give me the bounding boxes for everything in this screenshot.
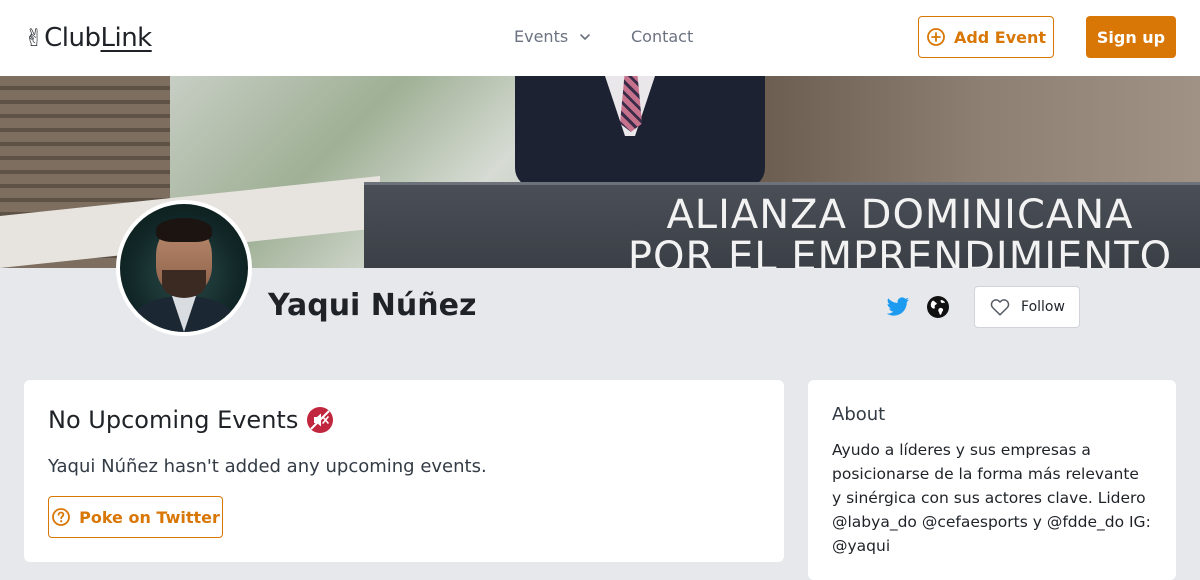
avatar-photo	[120, 204, 248, 332]
question-circle-icon	[52, 508, 71, 526]
about-title: About	[832, 404, 886, 425]
signup-button[interactable]: Sign up	[1086, 16, 1176, 58]
chevron-down-icon	[580, 33, 590, 40]
banner-podium-text: ALIANZA DOMINICANA POR EL EMPRENDIMIENTO	[600, 194, 1200, 268]
avatar-beard	[162, 270, 206, 298]
top-navbar: ✌ ClubLink Events Contact Add Event Sign…	[0, 0, 1200, 76]
logo-text: ClubLink	[44, 23, 152, 53]
banner-line-1: ALIANZA DOMINICANA	[666, 192, 1134, 238]
avatar-hair	[156, 218, 212, 242]
victory-hand-icon: ✌	[24, 24, 45, 52]
logo-suffix: Link	[100, 23, 152, 53]
poke-label: Poke on Twitter	[79, 507, 220, 527]
add-event-button[interactable]: Add Event	[918, 16, 1054, 58]
events-menu[interactable]: Events	[514, 27, 592, 46]
muted-speaker-icon	[307, 407, 334, 433]
globe-icon[interactable]	[926, 295, 950, 319]
plus-circle-icon	[927, 28, 945, 46]
poke-on-twitter-button[interactable]: Poke on Twitter	[48, 496, 223, 538]
about-card: About Ayudo a líderes y sus empresas a p…	[808, 380, 1176, 580]
add-event-label: Add Event	[953, 27, 1047, 47]
heart-icon	[990, 299, 1010, 316]
avatar	[116, 200, 252, 336]
twitter-icon[interactable]	[886, 295, 910, 319]
follow-label: Follow	[1021, 299, 1065, 315]
banner-wall	[760, 76, 1200, 186]
no-events-message: Yaqui Núñez hasn't added any upcoming ev…	[48, 456, 487, 477]
follow-button[interactable]: Follow	[974, 286, 1080, 328]
contact-link[interactable]: Contact	[631, 27, 693, 46]
events-menu-label: Events	[514, 27, 569, 46]
events-card: No Upcoming Events Yaqui Núñez hasn't ad…	[24, 380, 784, 562]
events-title-text: No Upcoming Events	[48, 406, 299, 434]
events-card-title: No Upcoming Events	[48, 406, 334, 434]
clublink-logo[interactable]: ✌ ClubLink	[24, 20, 152, 56]
about-text: Ayudo a líderes y sus empresas a posicio…	[832, 441, 1151, 555]
profile-name: Yaqui Núñez	[268, 288, 477, 323]
banner-line-2: POR EL EMPRENDIMIENTO	[627, 234, 1173, 268]
logo-prefix: Club	[44, 23, 101, 53]
